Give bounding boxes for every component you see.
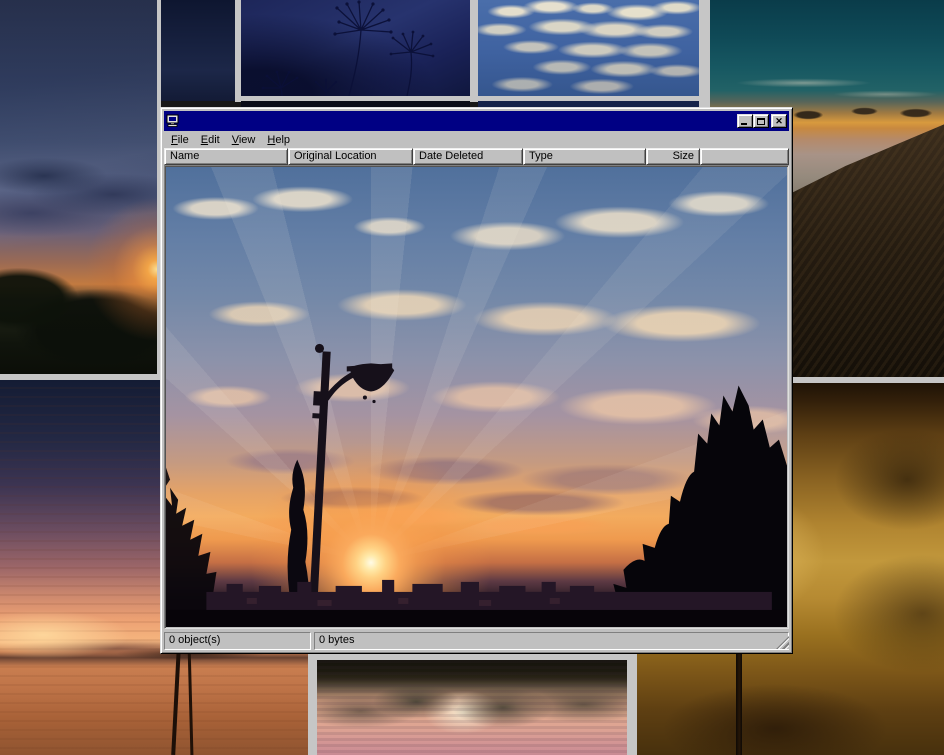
wallpaper-photo-seed-heads-against-night-blue-sky [241, 0, 470, 96]
wallpaper-border [308, 645, 317, 755]
wallpaper-border [470, 0, 478, 102]
wallpaper-border [699, 0, 710, 107]
listview-background-photo [166, 167, 787, 627]
wallpaper-photo-dark-sky-sliver [161, 0, 235, 101]
column-header-size[interactable]: Size [646, 148, 700, 165]
seed-head-silhouettes [241, 0, 470, 96]
wallpaper-photo-pink-water-reflection [317, 660, 627, 755]
wallpaper-border [627, 645, 637, 755]
close-icon: ✕ [775, 117, 783, 126]
title-bar[interactable]: ✕ [164, 111, 789, 131]
maximize-icon [757, 118, 765, 125]
column-header-row: NameOriginal LocationDate DeletedTypeSiz… [164, 148, 789, 165]
column-header-blank[interactable] [700, 148, 789, 165]
menu-file[interactable]: File [165, 133, 195, 147]
maximize-button[interactable] [753, 114, 769, 128]
close-button[interactable]: ✕ [771, 114, 787, 128]
minimize-button[interactable] [737, 114, 753, 128]
wallpaper-photo-sunset-with-sun-rays [0, 0, 157, 374]
column-header-type[interactable]: Type [523, 148, 646, 165]
recycle-bin-window: ✕ FileEditViewHelp NameOriginal Location… [160, 107, 793, 654]
minimize-icon [741, 123, 747, 125]
column-header-original-location[interactable]: Original Location [288, 148, 413, 165]
column-header-name[interactable]: Name [164, 148, 288, 165]
computer-icon [166, 114, 180, 128]
menu-bar: FileEditViewHelp [164, 131, 789, 148]
menu-edit[interactable]: Edit [195, 133, 226, 147]
menu-view[interactable]: View [226, 133, 262, 147]
desktop: { "window": { "title": "", "icon": "comp… [0, 0, 944, 755]
column-header-date-deleted[interactable]: Date Deleted [413, 148, 523, 165]
status-bar: 0 object(s) 0 bytes [164, 632, 789, 650]
sunset-silhouettes [166, 167, 787, 627]
wallpaper-photo-white-clouds-blue-sky [478, 0, 699, 96]
menu-help[interactable]: Help [261, 133, 296, 147]
status-object-count: 0 object(s) [164, 632, 311, 650]
file-list-area[interactable] [164, 165, 789, 629]
status-byte-count: 0 bytes [314, 632, 789, 650]
